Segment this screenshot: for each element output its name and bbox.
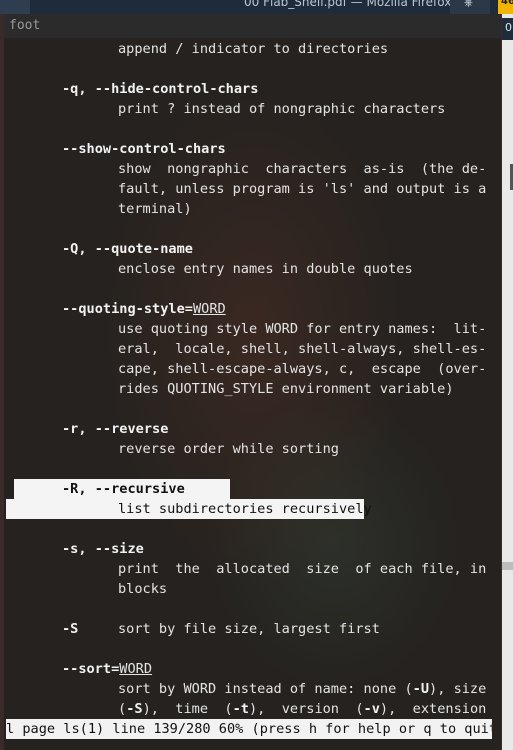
text-line: sort by file size, largest first: [118, 621, 380, 637]
text-fragment: ), time (: [142, 701, 233, 717]
badge-count: 46: [501, 0, 513, 7]
option-heading: -r, --reverse: [62, 421, 169, 437]
text-line: rides QUOTING_STYLE environment variable…: [118, 381, 454, 397]
text-line: reverse order while sorting: [118, 441, 339, 457]
terminal-titlebar[interactable]: foot: [4, 14, 501, 38]
text-fragment: (: [118, 701, 127, 717]
notification-badge[interactable]: 46: [498, 0, 513, 14]
desktop-top-bar: 00 Flab_Shell.pdf — Mozilla Firefox ⎈ 46: [0, 0, 513, 14]
option-heading: -R, --recursive: [62, 481, 185, 497]
option-heading: --sort=: [62, 661, 120, 677]
option-flag: -t: [232, 701, 249, 717]
terminal-window[interactable]: foot append / indicator to directories -…: [4, 14, 501, 750]
text-line: eral, locale, shell, shell-always, shell…: [118, 341, 487, 357]
option-heading: -s, --size: [62, 541, 144, 557]
text-line: show nongraphic characters as-is (the de…: [118, 161, 487, 177]
option-heading: -q, --hide-control-chars: [62, 81, 259, 97]
text-fragment: ), extension: [379, 701, 487, 717]
tray-icon: ⎈: [464, 0, 473, 9]
option-heading: --show-control-chars: [62, 141, 226, 157]
option-argument: WORD: [119, 661, 153, 677]
window-title: 00 Flab_Shell.pdf — Mozilla Firefox: [244, 0, 452, 9]
text-line-row: (-S), time (-t), version (-v), extension: [118, 699, 486, 719]
text-fragment: ), size: [429, 681, 487, 697]
search-match-highlight: list subdirectories recursively: [6, 499, 372, 519]
text-line: use quoting style WORD for entry names: …: [118, 321, 487, 337]
option-flag: -v: [363, 701, 380, 717]
text-fragment: sort by WORD instead of name: none (: [118, 681, 413, 697]
background-window-scrollbar[interactable]: [502, 562, 513, 570]
option-heading-row: --sort=WORD: [62, 659, 152, 679]
search-match-highlight: -R, --recursive: [14, 479, 230, 499]
option-flag: -S: [126, 701, 143, 717]
text-fragment: ), version (: [248, 701, 364, 717]
workspace-button[interactable]: [0, 0, 30, 14]
option-heading-row: --quoting-style=WORD: [62, 299, 226, 319]
tab-fragment: 0: [505, 21, 512, 34]
terminal-title: foot: [9, 18, 41, 33]
option-heading: -Q, --quote-name: [62, 241, 193, 257]
option-argument: WORD: [192, 301, 226, 317]
option-heading: -S: [62, 621, 79, 637]
background-window-tab[interactable]: 0: [502, 18, 513, 40]
text-line: enclose entry names in double quotes: [118, 261, 413, 277]
text-line: blocks: [118, 581, 168, 597]
text-line-row: sort by WORD instead of name: none (-U),…: [118, 679, 486, 699]
option-flag: -U: [412, 681, 430, 697]
text-line: append / indicator to directories: [118, 41, 389, 57]
text-line: terminal): [118, 201, 192, 217]
tray-icon-button[interactable]: ⎈: [450, 0, 490, 14]
text-line: cape, shell-escape-always, c, escape (ov…: [118, 361, 487, 377]
text-line: list subdirectories recursively: [118, 501, 372, 517]
text-line: print ? instead of nongraphic characters: [118, 101, 446, 117]
background-window-edge[interactable]: 0: [502, 14, 513, 750]
text-line: fault, unless program is 'ls' and output…: [118, 181, 487, 197]
text-line: print the allocated size of each file, i…: [118, 561, 487, 577]
pager-status-line[interactable]: l page ls(1) line 139/280 60% (press h f…: [6, 719, 492, 739]
option-heading: --quoting-style=: [62, 301, 193, 317]
